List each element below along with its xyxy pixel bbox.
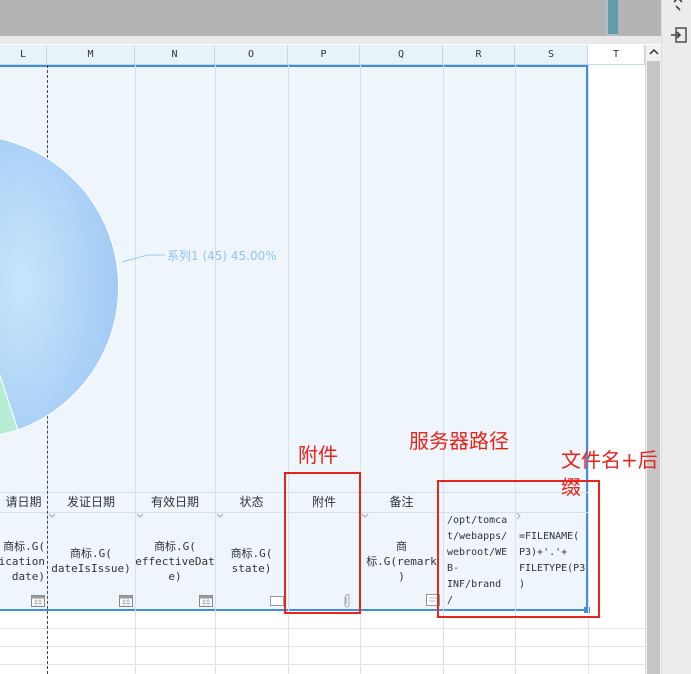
column-header-s[interactable]: S xyxy=(515,45,588,65)
annotation-label-filename-1: 文件名+后 xyxy=(561,448,658,472)
cell-text-line: 商标.G( xyxy=(70,547,112,560)
annotation-label-attachment: 附件 xyxy=(298,443,338,467)
vertical-scrollbar[interactable] xyxy=(645,45,661,674)
grid-line xyxy=(0,646,645,647)
calendar-icon[interactable] xyxy=(31,594,45,607)
expand-down-icon xyxy=(216,513,224,518)
column-header-n[interactable]: N xyxy=(135,45,215,65)
grid-line xyxy=(0,628,645,629)
expand-down-icon xyxy=(136,513,144,518)
scroll-up-icon[interactable] xyxy=(649,47,659,57)
cell-text-line: 商标.G(remark xyxy=(366,539,437,568)
cell-text-line: dateIsIssue) xyxy=(51,562,131,575)
column-header-l[interactable]: L xyxy=(0,45,47,65)
column-header-t[interactable]: T xyxy=(588,45,645,65)
import-icon[interactable] xyxy=(670,26,688,44)
cell-text-line: lication xyxy=(0,554,45,568)
pie-label-leader xyxy=(121,254,165,263)
cell-text-line: 商标.G( xyxy=(230,547,273,560)
cell-text-line: date) xyxy=(11,569,45,583)
cell-text-line: ) xyxy=(398,569,405,583)
header-cell-apply-date[interactable]: 请日期 xyxy=(0,492,47,513)
column-header-m[interactable]: M xyxy=(47,45,135,65)
annotation-box-attachment xyxy=(284,472,361,614)
value-cell-state[interactable]: 商标.G( state) xyxy=(215,513,288,609)
toolbar-divider xyxy=(0,36,661,44)
calendar-icon[interactable] xyxy=(119,594,133,607)
annotation-label-server-path: 服务器路径 xyxy=(409,429,509,453)
top-toolbar-area xyxy=(0,0,661,36)
grid-line xyxy=(0,664,645,665)
expand-down-icon xyxy=(361,513,369,518)
header-cell-state[interactable]: 状态 xyxy=(215,492,288,513)
pie-data-label: 系列1 (45) 45.00% xyxy=(167,249,277,263)
dropdown-box-icon[interactable] xyxy=(270,596,284,606)
column-header-q[interactable]: Q xyxy=(360,45,443,65)
cell-text-line: 商标.G( xyxy=(154,539,196,553)
header-cell-remark[interactable]: 备注 xyxy=(360,492,443,513)
pie-chart[interactable]: 系列1 (45) 45.00% xyxy=(0,65,588,485)
column-header-o[interactable]: O xyxy=(215,45,288,65)
right-side-panel xyxy=(661,0,691,674)
annotation-label-filename-2: 缀 xyxy=(561,475,581,499)
link-icon[interactable] xyxy=(670,0,688,14)
cell-text-line: effectiveDat xyxy=(135,554,215,568)
column-header-p[interactable]: P xyxy=(288,45,360,65)
cell-text-line: 商标.G( xyxy=(3,539,45,553)
header-cell-effective-date[interactable]: 有效日期 xyxy=(135,492,215,513)
cell-text-line: state) xyxy=(231,562,272,575)
column-header-r[interactable]: R xyxy=(443,45,515,65)
vertical-scroll-thumb[interactable] xyxy=(647,61,660,674)
header-cell-issue-date[interactable]: 发证日期 xyxy=(47,492,135,513)
expand-down-icon xyxy=(48,513,56,518)
pie-slice-series1 xyxy=(0,138,120,431)
top-scroll-thumb[interactable] xyxy=(608,0,618,34)
annotation-box-path-filename xyxy=(437,480,600,618)
cell-text-line: e) xyxy=(168,569,182,583)
calendar-icon[interactable] xyxy=(199,594,213,607)
